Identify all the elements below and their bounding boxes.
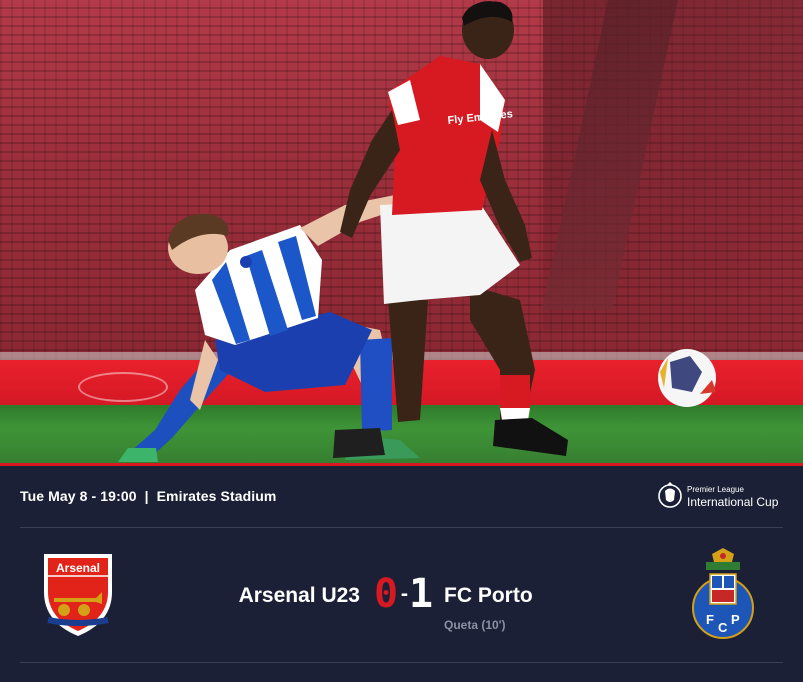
arsenal-crest-icon[interactable]: Arsenal (40, 552, 116, 638)
arsenal-crest-text: Arsenal (56, 561, 100, 575)
home-team-name[interactable]: Arsenal U23 (239, 584, 360, 608)
competition-line2: International Cup (687, 495, 779, 509)
match-venue: Emirates Stadium (156, 488, 277, 504)
competition-logo: Premier League International Cup (658, 480, 788, 514)
svg-text:P: P (731, 612, 740, 627)
away-score: 1 (409, 571, 434, 617)
home-score: 0 (374, 571, 399, 617)
match-info-panel: Tue May 8 - 19:00 | Emirates Stadium Pre… (0, 466, 803, 682)
away-team-name[interactable]: FC Porto (444, 584, 533, 608)
players-illustration: Fly Emirates (118, 1, 716, 462)
panel-divider-bottom (20, 662, 783, 663)
competition-line1: Premier League (687, 485, 744, 494)
away-goal-scorers: Queta (10') (444, 618, 506, 632)
premier-league-lion-icon (658, 482, 682, 508)
hero-photo: Fly Emirates (0, 0, 803, 463)
football-icon (658, 349, 716, 407)
svg-text:C: C (718, 620, 728, 635)
match-datetime: Tue May 8 - 19:00 (20, 488, 137, 504)
svg-text:F: F (706, 612, 714, 627)
fc-porto-crest-icon[interactable]: F C P (690, 548, 756, 640)
porto-player (118, 190, 420, 462)
panel-divider-top (20, 527, 783, 528)
match-meta: Tue May 8 - 19:00 | Emirates Stadium (20, 488, 276, 504)
